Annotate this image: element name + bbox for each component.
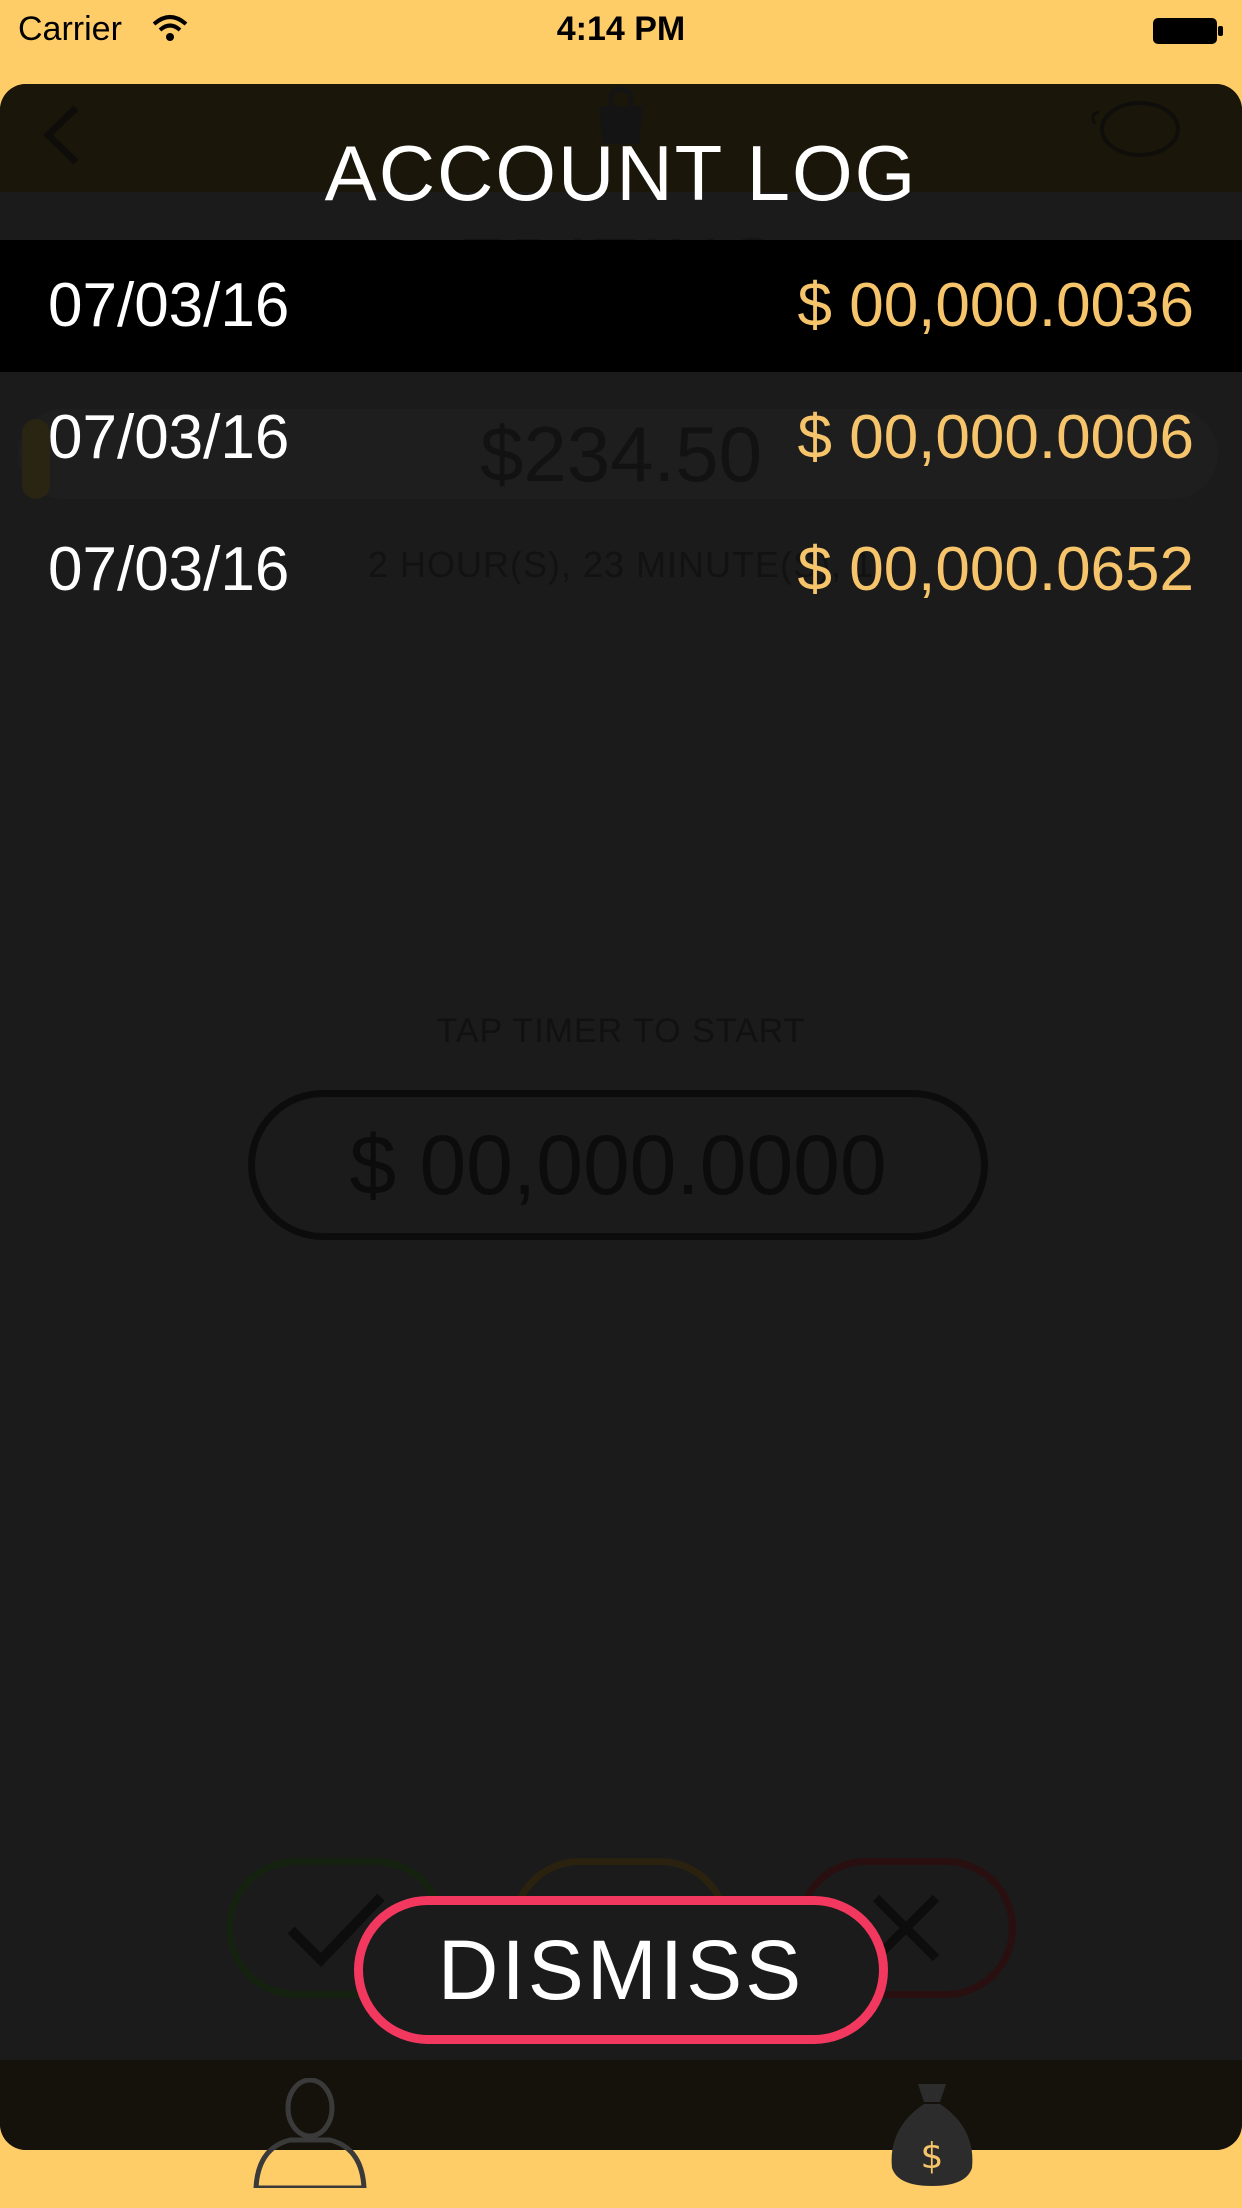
- svg-text:$: $: [921, 2136, 944, 2177]
- log-entry[interactable]: 07/03/16 $ 00,000.0652: [0, 504, 1242, 636]
- log-entry-amount: $ 00,000.0652: [797, 535, 1195, 604]
- log-entry-amount: $ 00,000.0036: [797, 271, 1195, 340]
- battery-icon: [1153, 18, 1223, 44]
- background-tab-bar: [0, 2060, 1242, 2150]
- account-log-modal: EDITING $234.50 2 HOUR(S), 23 MINUTE(S),…: [0, 84, 1242, 2150]
- status-bar: Carrier 4:14 PM: [0, 0, 1242, 60]
- money-bag-icon[interactable]: $: [884, 2078, 980, 2188]
- dismiss-button[interactable]: DISMISS: [354, 1896, 888, 2044]
- person-icon[interactable]: [250, 2078, 370, 2188]
- log-entry-date: 07/03/16: [48, 403, 290, 472]
- log-entry-amount: $ 00,000.0006: [797, 403, 1195, 472]
- log-entry[interactable]: 07/03/16 $ 00,000.0036: [0, 240, 1242, 372]
- status-time: 4:14 PM: [556, 10, 686, 48]
- log-entry-date: 07/03/16: [48, 535, 290, 604]
- tap-timer-hint: TAP TIMER TO START: [436, 1012, 806, 1050]
- log-entry-date: 07/03/16: [48, 271, 290, 340]
- modal-title: ACCOUNT LOG: [324, 129, 918, 217]
- timer-display: $ 00,000.0000: [248, 1090, 988, 1240]
- log-entry[interactable]: 07/03/16 $ 00,000.0006: [0, 372, 1242, 504]
